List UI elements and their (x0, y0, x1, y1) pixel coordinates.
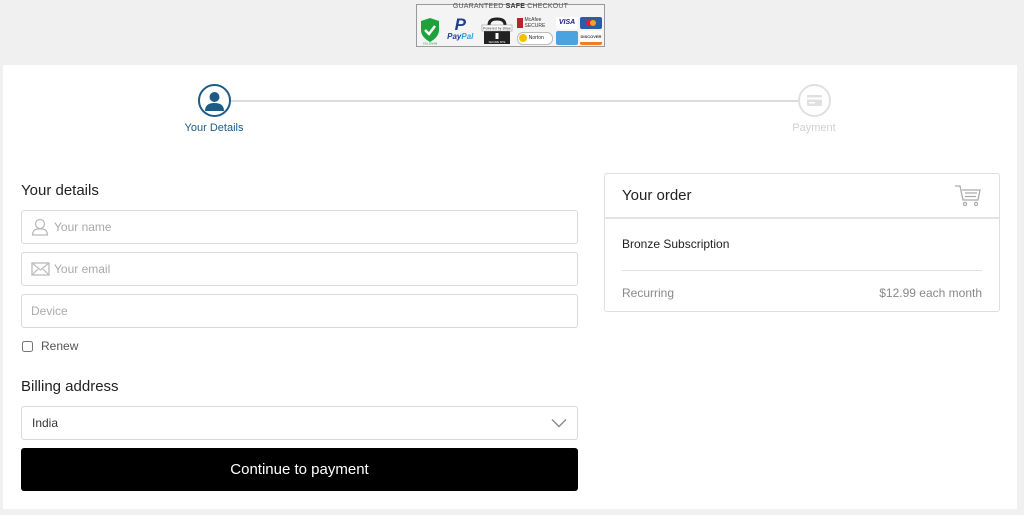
billing-address-heading: Billing address (21, 378, 119, 395)
step-your-details[interactable]: Your Details (144, 84, 284, 134)
stripe-lock-icon: Powered by stripe SECURE SITE (481, 16, 512, 44)
svg-text:Powered by stripe: Powered by stripe (482, 26, 510, 30)
recurring-price: $12.99 each month (879, 286, 982, 300)
credit-card-icon (806, 95, 822, 106)
email-field[interactable] (21, 252, 578, 286)
progress-line (231, 100, 801, 102)
ssl-shield-icon: SSL ENAB (421, 17, 439, 45)
norton-logo: Norton (516, 31, 553, 45)
recurring-row: Recurring $12.99 each month (622, 286, 982, 300)
svg-text:SECURE SITE: SECURE SITE (488, 41, 505, 44)
discover-logo: DISCOVER (580, 31, 602, 45)
visa-logo: VISA (556, 16, 578, 29)
country-select[interactable]: India (21, 406, 578, 440)
badge-title: GUARANTEED SAFE CHECKOUT (452, 3, 569, 10)
renew-label: Renew (41, 339, 79, 353)
renew-checkbox[interactable] (22, 340, 33, 352)
device-field[interactable] (21, 294, 578, 328)
order-summary: Your order Bronze Subscription Recurring… (604, 173, 1000, 312)
paypal-logo: P PayPal (447, 14, 474, 41)
order-divider (622, 270, 982, 271)
name-field[interactable] (21, 210, 578, 244)
user-icon (204, 92, 224, 111)
email-input[interactable] (54, 253, 577, 285)
your-details-heading: Your details (21, 182, 99, 199)
mcafee-secure-logo: McAfee SECURE (516, 17, 553, 29)
order-title: Your order (622, 187, 692, 204)
chevron-down-icon (551, 419, 567, 428)
guaranteed-safe-checkout-badge: GUARANTEED SAFE CHECKOUT SSL ENAB P PayP… (416, 3, 605, 47)
country-selected-value: India (32, 416, 59, 430)
order-item-name: Bronze Subscription (622, 237, 730, 251)
step-label: Payment (792, 122, 836, 134)
amex-logo (556, 31, 578, 45)
name-input[interactable] (54, 211, 577, 243)
recurring-label: Recurring (622, 286, 675, 300)
svg-text:SSL ENAB: SSL ENAB (423, 41, 438, 45)
step-label: Your Details (184, 122, 244, 134)
continue-to-payment-button[interactable]: Continue to payment (21, 448, 578, 491)
user-outline-icon (31, 218, 49, 236)
checkout-panel: Your Details Payment Your details Your n… (3, 65, 1017, 509)
renew-option[interactable]: Renew (22, 339, 78, 353)
step-payment[interactable]: Payment (744, 84, 884, 134)
card-logos: VISA DISCOVER (556, 16, 602, 45)
device-input[interactable] (22, 295, 577, 327)
shopping-cart-icon (955, 184, 981, 206)
envelope-icon (31, 262, 50, 276)
mastercard-logo (580, 16, 602, 29)
